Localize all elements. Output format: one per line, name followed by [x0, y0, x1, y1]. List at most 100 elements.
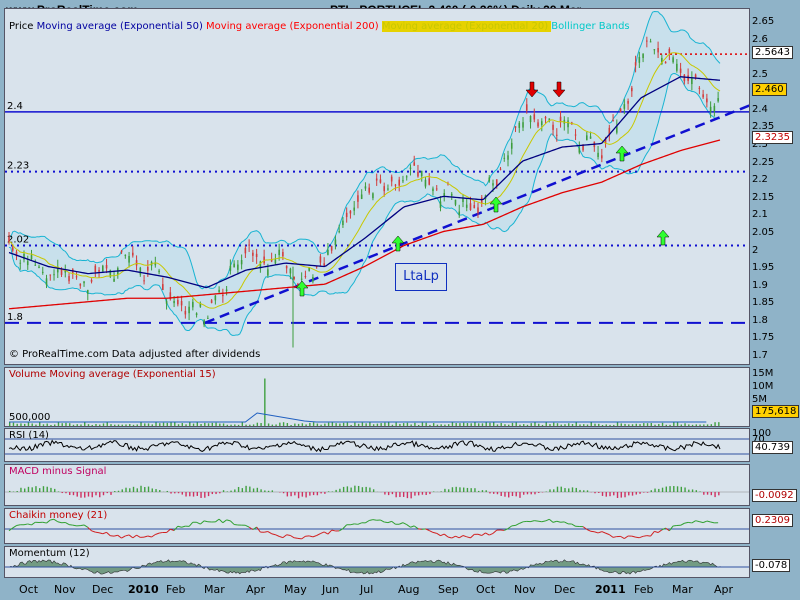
- chaikin-line-segment: [166, 528, 171, 533]
- legend-entry: Bollinger Bands: [551, 21, 630, 32]
- rsi-panel[interactable]: RSI (14): [4, 428, 750, 462]
- volume-bar: [631, 424, 634, 426]
- volume-bar: [620, 423, 622, 426]
- rsi-legend: RSI (14): [9, 430, 49, 441]
- candle-body: [383, 186, 385, 192]
- candle-body: [653, 49, 656, 51]
- candle-body: [237, 264, 239, 270]
- macd-bar: [65, 492, 67, 494]
- chaikin-line-segment: [323, 531, 329, 535]
- chaikin-line-segment: [541, 520, 546, 523]
- chaikin-line-segment: [31, 521, 36, 526]
- macd-bar: [699, 491, 701, 492]
- volume-bar: [402, 423, 405, 426]
- chaikin-line-segment: [402, 522, 407, 525]
- chaikin-line-segment: [612, 536, 617, 538]
- candle-body: [597, 152, 599, 157]
- chaikin-line-segment: [158, 531, 163, 534]
- volume-bar: [650, 423, 652, 426]
- chaikin-line-segment: [357, 522, 362, 525]
- x-tick-label: May: [284, 583, 307, 596]
- macd-bar: [635, 492, 637, 495]
- volume-bar: [320, 424, 322, 426]
- sell-arrow: [552, 81, 566, 98]
- volume-bar: [294, 423, 296, 426]
- candle-body: [45, 278, 48, 285]
- volume-bar: [129, 424, 131, 426]
- macd-bar: [234, 489, 236, 492]
- candle-body: [240, 260, 243, 265]
- volume-bar: [425, 422, 427, 426]
- macd-bar: [613, 492, 615, 496]
- volume-bar: [710, 424, 713, 426]
- volume-bar: [601, 424, 604, 426]
- price-ytick: 2: [752, 244, 759, 256]
- volume-bar: [335, 423, 337, 426]
- bollinger-fill: [9, 11, 720, 336]
- volume-bar: [196, 422, 198, 426]
- macd-bar: [564, 488, 566, 492]
- volume-bar: [136, 424, 138, 426]
- candle-body: [83, 281, 85, 284]
- chaikin-panel[interactable]: Chaikin money (21): [4, 508, 750, 544]
- legend-entry: Moving average (Exponential 200): [206, 21, 382, 32]
- chaikin-line-segment: [132, 534, 137, 539]
- macd-bar: [706, 492, 709, 495]
- chaikin-line-segment: [215, 518, 220, 523]
- volume-panel[interactable]: Volume Moving average (Exponential 15) 5…: [4, 367, 750, 427]
- macd-bar: [350, 487, 352, 492]
- candle-body: [267, 269, 269, 276]
- volume-bar: [579, 424, 581, 426]
- arrow-shape: [656, 229, 670, 246]
- volume-bar: [556, 423, 559, 426]
- volume-bar: [144, 423, 146, 426]
- macd-bar: [95, 492, 97, 496]
- volume-level-label: 500,000: [9, 412, 51, 423]
- candle-body: [465, 204, 468, 208]
- chaikin-line-segment: [173, 525, 179, 531]
- chaikin-line-segment: [286, 534, 291, 536]
- x-tick-label: Apr: [714, 583, 734, 596]
- volume-bar: [406, 422, 409, 426]
- chaikin-line-segment: [406, 524, 411, 528]
- macd-bar: [643, 492, 645, 493]
- volume-bar: [245, 424, 247, 426]
- candle-body: [394, 184, 397, 186]
- macd-bar: [204, 492, 206, 498]
- macd-bar: [99, 492, 101, 498]
- chaikin-line-segment: [447, 536, 452, 539]
- macd-bar: [166, 490, 168, 492]
- macd-bar: [346, 486, 349, 492]
- macd-bar: [357, 485, 360, 492]
- candle-body: [210, 300, 213, 303]
- annotation-box[interactable]: LtaLp: [395, 263, 447, 291]
- candle-body: [420, 170, 423, 177]
- chaikin-line-segment: [267, 531, 272, 535]
- price-panel[interactable]: 2.4 2.23 2.02 1.8 Price Moving average (Exp…: [4, 8, 750, 365]
- macd-legend: MACD minus Signal: [9, 466, 107, 477]
- macd-panel[interactable]: MACD minus Signal: [4, 464, 750, 506]
- volume-ytick-10m: 10M: [752, 381, 774, 392]
- candle-body: [86, 289, 89, 294]
- momentum-panel[interactable]: Momentum (12): [4, 546, 750, 578]
- candle-body: [578, 148, 581, 153]
- macd-bar: [526, 492, 529, 495]
- chaikin-line-segment: [91, 530, 96, 533]
- macd-bar: [305, 492, 307, 498]
- chaikin-line-segment: [601, 531, 606, 534]
- candle-body: [413, 162, 416, 166]
- candle-body: [492, 183, 494, 186]
- chaikin-line-segment: [688, 521, 692, 524]
- macd-bar: [515, 492, 517, 497]
- macd-bar: [440, 491, 442, 492]
- volume-bar: [470, 423, 472, 426]
- volume-bar: [87, 424, 90, 426]
- candle-body: [713, 105, 716, 112]
- volume-bar: [489, 422, 491, 426]
- volume-bar: [436, 424, 439, 426]
- chaikin-line-segment: [466, 536, 471, 539]
- price-tag: 2.3235: [752, 130, 793, 144]
- volume-bar: [65, 422, 67, 426]
- volume-bar: [162, 422, 165, 426]
- chaikin-line-segment: [98, 532, 103, 535]
